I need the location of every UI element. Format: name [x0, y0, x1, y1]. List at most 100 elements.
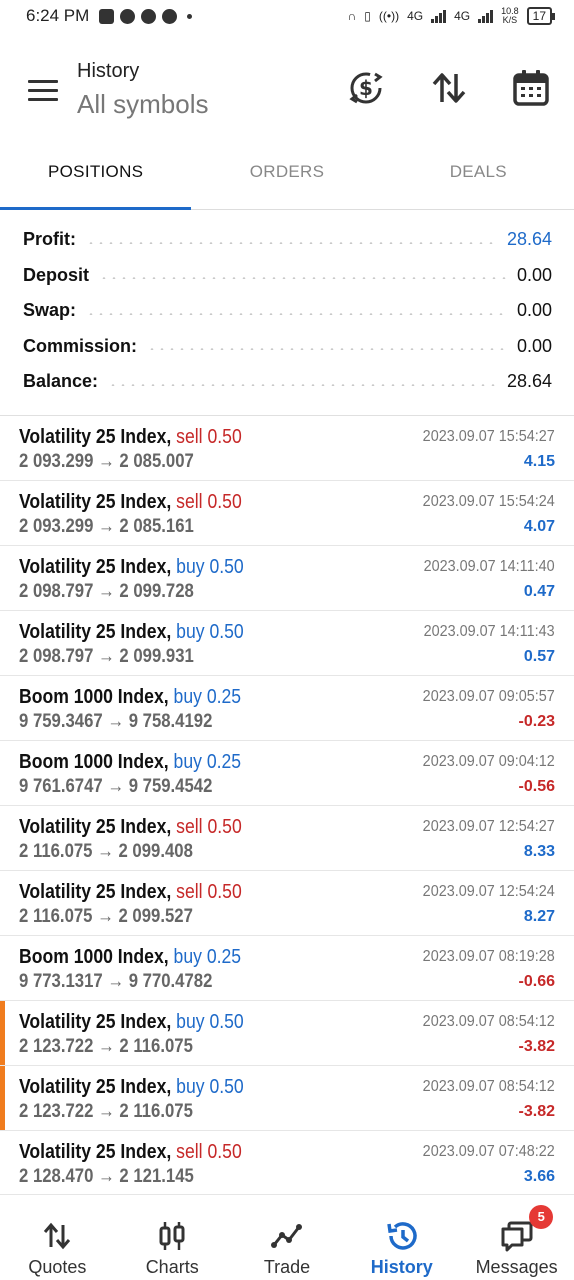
volume: 0.50 [207, 816, 242, 838]
volume: 0.50 [207, 881, 242, 903]
position-side: buy 0.25 [174, 946, 242, 968]
currency-switch-icon[interactable]: $ [346, 68, 386, 108]
messages-badge: 5 [529, 1205, 554, 1229]
price-arrow: → [107, 971, 125, 992]
nav-trade[interactable]: Trade [230, 1195, 345, 1280]
volume: 0.50 [209, 621, 244, 643]
position-prices: 2 116.075 → 2 099.527 [19, 906, 193, 928]
position-time: 2023.09.07 08:54:12 [422, 1078, 555, 1095]
position-prices: 2 093.299 → 2 085.161 [19, 516, 194, 538]
position-time: 2023.09.07 08:54:12 [422, 1013, 555, 1030]
more-notifications-icon [187, 13, 193, 19]
position-time: 2023.09.07 08:19:28 [422, 948, 555, 965]
nav-label: Quotes [28, 1257, 87, 1277]
open-price: 2 093.299 [19, 516, 94, 537]
position-time: 2023.09.07 15:54:24 [422, 493, 555, 510]
history-icon [385, 1219, 419, 1253]
account-summary: Profit: 28.64 Deposit 0.00 Swap: 0.00 Co… [0, 222, 574, 400]
position-prices: 2 123.722 → 2 116.075 [19, 1101, 193, 1123]
position-row[interactable]: Volatility 25 Index, sell 0.50 2 093.299 … [0, 416, 574, 481]
summary-value: 0.00 [516, 300, 552, 321]
price-arrow: → [97, 841, 114, 862]
position-time: 2023.09.07 14:11:40 [423, 558, 555, 575]
position-row[interactable]: Volatility 25 Index, buy 0.50 2 123.722 →… [0, 1001, 574, 1066]
nav-quotes[interactable]: Quotes [0, 1195, 115, 1280]
side-label: buy [173, 946, 202, 968]
notification-icon [99, 8, 115, 24]
position-prices: 9 773.1317 → 9 770.4782 [19, 971, 212, 993]
volume: 0.50 [209, 556, 244, 578]
position-symbol: Volatility 25 Index, sell 0.50 [19, 1141, 242, 1164]
position-row[interactable]: Volatility 25 Index, sell 0.50 2 116.075 … [0, 871, 574, 936]
open-price: 2 116.075 [19, 841, 93, 862]
position-row[interactable]: Volatility 25 Index, sell 0.50 2 116.075 … [0, 806, 574, 871]
position-profit: 3.66 [523, 1168, 555, 1185]
close-price: 2 085.161 [119, 516, 194, 537]
position-symbol: Volatility 25 Index, buy 0.50 [19, 1011, 244, 1034]
summary-label: Balance: [23, 371, 99, 392]
position-row[interactable]: Volatility 25 Index, buy 0.50 2 098.797 →… [0, 611, 574, 676]
position-symbol: Volatility 25 Index, buy 0.50 [19, 621, 244, 644]
close-price: 9 770.4782 [128, 971, 213, 992]
side-label: sell [176, 1141, 203, 1163]
price-arrow: → [98, 1101, 115, 1122]
net-speed-unit: K/S [502, 15, 518, 25]
price-arrow: → [98, 646, 115, 667]
menu-icon[interactable] [28, 78, 60, 102]
net-label-1: 4G [407, 9, 424, 23]
position-row[interactable]: Volatility 25 Index, sell 0.50 2 093.299 … [0, 481, 574, 546]
position-symbol: Volatility 25 Index, sell 0.50 [19, 881, 242, 904]
volume: 0.50 [209, 1011, 244, 1033]
volume: 0.50 [207, 1141, 242, 1163]
position-row[interactable]: Volatility 25 Index, buy 0.50 2 098.797 →… [0, 546, 574, 611]
position-symbol: Volatility 25 Index, sell 0.50 [19, 491, 242, 514]
symbol-name: Boom 1000 Index, [19, 946, 169, 968]
position-profit: -0.56 [518, 778, 555, 795]
symbol-name: Volatility 25 Index, [19, 426, 172, 448]
side-label: buy [176, 1076, 205, 1098]
summary-balance: Balance: 28.64 [0, 364, 574, 400]
nav-messages[interactable]: 5 Messages [459, 1195, 574, 1280]
side-label: buy [173, 686, 202, 708]
position-time: 2023.09.07 09:04:12 [422, 753, 555, 770]
sort-icon[interactable] [429, 68, 469, 108]
position-row[interactable]: Boom 1000 Index, buy 0.25 9 773.1317 → 9 … [0, 936, 574, 1001]
nav-charts[interactable]: Charts [115, 1195, 230, 1280]
symbol-name: Volatility 25 Index, [19, 621, 172, 643]
symbol-filter[interactable]: All symbols [77, 89, 208, 120]
side-label: buy [173, 751, 202, 773]
position-time: 2023.09.07 12:54:27 [422, 818, 555, 835]
nav-label: Messages [475, 1257, 558, 1277]
close-price: 2 121.145 [119, 1166, 194, 1187]
position-prices: 2 098.797 → 2 099.931 [19, 646, 194, 668]
charts-icon [155, 1219, 189, 1253]
calendar-icon[interactable] [511, 68, 551, 108]
battery-icon: 17 [526, 7, 556, 25]
position-row[interactable]: Boom 1000 Index, buy 0.25 9 761.6747 → 9 … [0, 741, 574, 806]
summary-commission: Commission: 0.00 [0, 329, 574, 365]
tab-deals[interactable]: DEALS [383, 140, 574, 209]
quotes-icon [40, 1219, 74, 1253]
position-row[interactable]: Volatility 25 Index, sell 0.50 2 128.470 … [0, 1131, 574, 1196]
position-side: sell 0.50 [176, 881, 242, 903]
tab-positions[interactable]: POSITIONS [0, 140, 192, 210]
position-side: sell 0.50 [176, 816, 242, 838]
position-row[interactable]: Boom 1000 Index, buy 0.25 9 759.3467 → 9 … [0, 676, 574, 741]
signal-icon [431, 9, 447, 23]
symbol-name: Boom 1000 Index, [19, 751, 169, 773]
open-price: 2 123.722 [19, 1101, 94, 1122]
side-label: sell [176, 426, 203, 448]
position-row[interactable]: Volatility 25 Index, buy 0.50 2 123.722 →… [0, 1066, 574, 1131]
notification-icons [99, 8, 193, 24]
summary-label: Deposit [23, 264, 90, 285]
open-price: 2 123.722 [19, 1036, 94, 1057]
position-profit: -0.66 [518, 973, 555, 990]
price-arrow: → [98, 1166, 115, 1187]
nav-history[interactable]: History [344, 1195, 459, 1280]
close-price: 2 099.728 [119, 581, 194, 602]
trade-icon [270, 1219, 304, 1253]
position-prices: 2 093.299 → 2 085.007 [19, 451, 194, 473]
tab-orders[interactable]: ORDERS [191, 140, 382, 209]
open-price: 2 128.470 [19, 1166, 94, 1187]
net-speed: 10.8 K/S [501, 7, 519, 25]
